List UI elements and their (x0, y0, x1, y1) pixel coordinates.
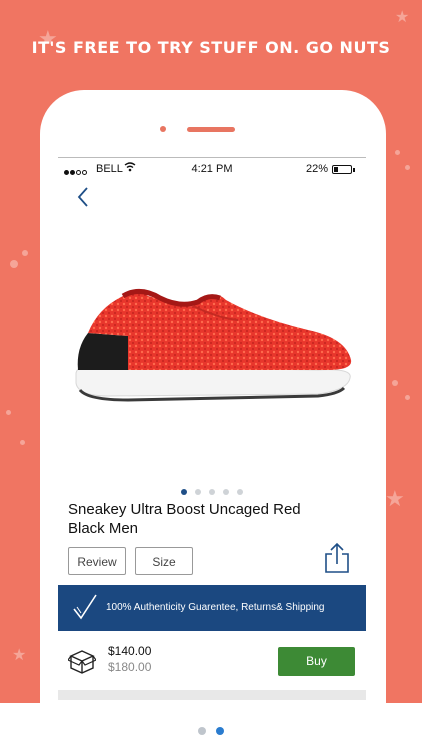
onboarding-footer (0, 703, 422, 750)
authenticity-banner: 100% Authenticity Guarentee, Returns& Sh… (58, 585, 366, 631)
app-screen: BELL 4:21 PM 22% Sneakey Ultra Boost Unc… (58, 157, 366, 718)
chevron-left-icon (77, 187, 88, 207)
pager-dot[interactable] (195, 489, 201, 495)
battery-percent: 22% (305, 163, 328, 175)
background-star: ★ (12, 647, 27, 664)
background-dot (395, 150, 400, 155)
image-pager (58, 482, 366, 500)
background-star: ★ (395, 9, 410, 26)
background-dot (22, 250, 28, 256)
phone-frame: BELL 4:21 PM 22% Sneakey Ultra Boost Unc… (40, 90, 386, 730)
pager-dot[interactable] (209, 489, 215, 495)
share-icon[interactable] (324, 542, 350, 574)
authenticity-text: 100% Authenticity Guarentee, Returns& Sh… (106, 602, 325, 613)
onboarding-dot-active[interactable] (216, 727, 224, 735)
background-dot (405, 165, 410, 170)
product-image[interactable] (68, 278, 358, 413)
checkmark-icon (73, 594, 97, 620)
pager-dot[interactable] (223, 489, 229, 495)
battery-cap (353, 168, 355, 172)
buy-button[interactable]: Buy (278, 647, 355, 676)
background-dot (405, 395, 410, 400)
background-dot (20, 440, 25, 445)
background-dot (6, 410, 11, 415)
current-price: $140.00 (108, 644, 152, 658)
background-star: ★ (385, 486, 405, 511)
original-price: $180.00 (108, 660, 152, 674)
size-button[interactable]: Size (135, 547, 193, 575)
background-dot (392, 380, 398, 386)
box-icon (68, 650, 96, 674)
background-dot (10, 260, 18, 268)
onboarding-pager (0, 722, 422, 740)
product-title: Sneakey Ultra Boost Uncaged Red Black Me… (68, 501, 301, 537)
section-divider (58, 690, 366, 700)
camera-dot (160, 126, 166, 132)
onboarding-dot[interactable] (198, 727, 206, 735)
battery-icon (332, 165, 352, 174)
price-row: $140.00 $180.00 Buy (58, 638, 366, 688)
pager-dot[interactable] (237, 489, 243, 495)
promo-headline: IT'S FREE TO TRY STUFF ON. GO NUTS (31, 38, 391, 57)
review-button[interactable]: Review (68, 547, 126, 575)
back-button[interactable] (76, 186, 90, 215)
status-bar: BELL 4:21 PM 22% (58, 158, 366, 182)
speaker-bar (187, 127, 235, 132)
pager-dot[interactable] (181, 489, 187, 495)
